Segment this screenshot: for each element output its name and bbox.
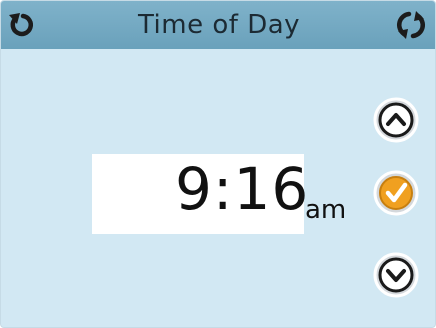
time-of-day-screen: Time of Day 9:16 am [0, 0, 436, 328]
decrease-button[interactable] [372, 251, 420, 299]
header-bar: Time of Day [1, 1, 435, 49]
confirm-button[interactable] [372, 169, 420, 217]
refresh-button[interactable] [393, 7, 429, 43]
chevron-down-icon [373, 252, 419, 298]
checkmark-icon [373, 170, 419, 216]
refresh-icon [396, 11, 426, 39]
time-value: 9:16 [175, 155, 310, 223]
page-title: Time of Day [137, 10, 301, 40]
increase-button[interactable] [372, 96, 420, 144]
chevron-up-icon [373, 97, 419, 143]
time-period: am [305, 195, 347, 225]
